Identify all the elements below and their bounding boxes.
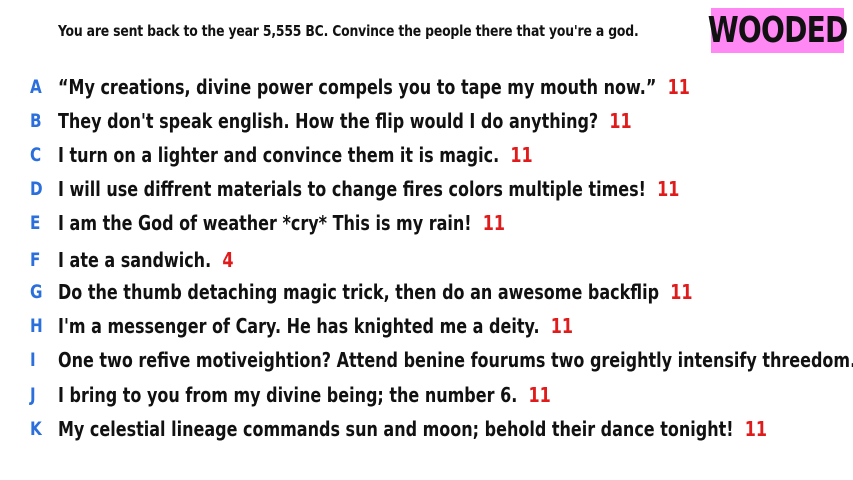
answer-row: J I bring to you from my divine being; t… (0, 380, 853, 410)
answer-text: I will use diffrent materials to change … (58, 177, 646, 201)
answer-letter: D (30, 178, 43, 200)
answer-score: 4 (222, 248, 234, 272)
answer-row: G Do the thumb detaching magic trick, th… (0, 277, 853, 307)
answer-row: H I'm a messenger of Cary. He has knight… (0, 311, 853, 341)
answer-row: I One two refive motiveightion? Attend b… (0, 345, 853, 375)
answer-score: 11 (657, 177, 680, 201)
answer-score: 11 (609, 109, 632, 133)
answer-text: I'm a messenger of Cary. He has knighted… (58, 314, 540, 338)
answer-letter: B (30, 110, 42, 132)
answer-score: 11 (510, 143, 533, 167)
answer-score: 11 (744, 417, 767, 441)
answer-text: I turn on a lighter and convince them it… (58, 143, 500, 167)
answer-text: I ate a sandwich. (58, 248, 212, 272)
answer-letter: G (30, 281, 43, 303)
answer-letter: A (30, 76, 42, 98)
answer-row: B They don't speak english. How the flip… (0, 106, 853, 136)
answer-row: F I ate a sandwich. 4 (0, 245, 853, 275)
answer-letter: E (30, 212, 41, 234)
answer-text: My celestial lineage commands sun and mo… (58, 417, 734, 441)
answer-text: They don't speak english. How the flip w… (58, 109, 599, 133)
badge-label: WOODED (707, 10, 849, 51)
answer-letter: H (30, 315, 43, 337)
answer-text: “My creations, divine power compels you … (58, 75, 657, 99)
answer-letter: I (30, 349, 36, 371)
answer-letter: F (30, 249, 41, 271)
answer-row: A “My creations, divine power compels yo… (0, 72, 853, 102)
answer-text: I am the God of weather *cry* This is my… (58, 211, 472, 235)
answer-row: E I am the God of weather *cry* This is … (0, 208, 853, 238)
answer-row: D I will use diffrent materials to chang… (0, 174, 853, 204)
answer-letter: K (30, 418, 42, 440)
answer-letter: C (30, 144, 42, 166)
answer-letter: J (30, 384, 36, 406)
answer-score: 11 (667, 75, 690, 99)
wooded-badge: WOODED (708, 8, 848, 53)
answer-score: 11 (550, 314, 573, 338)
answer-row: C I turn on a lighter and convince them … (0, 140, 853, 170)
answer-row: K My celestial lineage commands sun and … (0, 414, 853, 444)
answer-score: 11 (528, 383, 551, 407)
answer-text: Do the thumb detaching magic trick, then… (58, 280, 660, 304)
prompt-text: You are sent back to the year 5,555 BC. … (58, 22, 639, 40)
answer-text: One two refive motiveightion? Attend ben… (58, 348, 853, 372)
answer-score: 11 (482, 211, 506, 235)
answer-text: I bring to you from my divine being; the… (58, 383, 518, 407)
answer-score: 11 (670, 280, 693, 304)
